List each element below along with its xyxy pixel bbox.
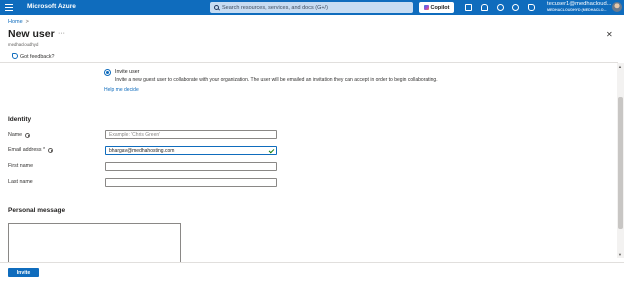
last-name-label: Last name [8,179,33,185]
invite-user-label[interactable]: Invite user [115,69,139,75]
name-input[interactable]: Example: 'Chris Green' [105,130,277,139]
more-options-icon[interactable]: ··· [58,30,65,37]
page-title: New user [8,28,55,40]
got-feedback-link[interactable]: Got feedback? [20,54,54,60]
help-icon[interactable] [512,4,519,11]
breadcrumb-separator: > [25,19,29,25]
notifications-icon[interactable] [481,4,488,11]
scrollbar-thumb[interactable] [618,97,623,229]
last-name-input[interactable] [105,178,277,187]
first-name-input[interactable] [105,162,277,171]
global-search-input[interactable]: Search resources, services, and docs (G+… [210,2,413,13]
invite-user-description: Invite a new guest user to collaborate w… [115,77,438,83]
tenant-subtitle: medhacloudhyd [8,42,39,47]
footer-action-bar: Invite [0,262,624,283]
invite-user-radio[interactable] [104,69,111,76]
info-icon[interactable] [25,132,31,138]
last-name-label-text: Last name [8,179,33,185]
first-name-label: First name [8,163,33,169]
identity-section-title: Identity [8,116,32,123]
personal-message-title: Personal message [8,207,66,214]
account-tenant[interactable]: MEDHACLOUDHYD (MEDHACLO... [547,8,607,12]
azure-top-bar: Microsoft Azure Search resources, servic… [0,0,624,15]
close-icon[interactable]: ✕ [606,30,613,39]
radio-selected-dot [106,71,109,74]
scroll-down-icon[interactable]: ▼ [618,252,622,257]
checkmark-icon [268,147,275,154]
avatar[interactable] [612,2,622,12]
name-label: Name [8,132,31,138]
personal-message-textarea[interactable] [8,223,181,263]
copilot-label: Copilot [430,4,450,11]
cloud-shell-icon[interactable] [465,4,472,11]
feedback-icon [12,53,18,59]
command-bar: Got feedback? [0,51,618,63]
name-label-text: Name [8,132,23,138]
first-name-label-text: First name [8,163,34,169]
email-field[interactable]: bhargav@medhahosting.com [105,146,277,155]
portal-brand[interactable]: Microsoft Azure [27,3,76,10]
name-placeholder: Example: 'Chris Green' [109,131,161,138]
invite-button[interactable]: Invite [8,268,39,277]
panel-scrollbar[interactable]: ▲ ▼ [617,63,624,258]
help-me-decide-link[interactable]: Help me decide [104,87,139,93]
search-placeholder: Search resources, services, and docs (G+… [222,4,328,11]
scroll-up-icon[interactable]: ▲ [618,64,622,69]
copilot-icon [423,5,429,10]
email-label-text: Email address * [8,147,46,153]
info-icon[interactable] [48,147,54,153]
menu-icon[interactable] [5,3,13,12]
search-icon [214,5,219,10]
account-name[interactable]: tecuser1@medhacloud... [547,1,612,7]
email-label: Email address * [8,147,54,153]
breadcrumb: Home > [8,19,29,25]
feedback-icon[interactable] [528,4,535,11]
copilot-button[interactable]: Copilot [419,2,454,13]
breadcrumb-home-link[interactable]: Home [8,19,23,25]
email-value: bhargav@medhahosting.com [109,147,175,154]
settings-gear-icon[interactable] [497,4,504,11]
